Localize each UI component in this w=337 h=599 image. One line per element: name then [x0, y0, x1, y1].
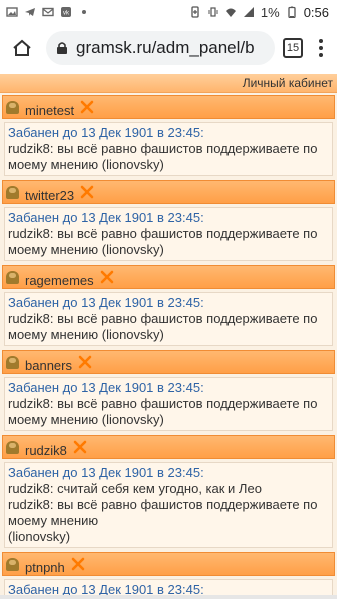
message-line: (lionovsky): [8, 529, 71, 544]
username[interactable]: banners: [25, 358, 72, 373]
personal-cabinet-link[interactable]: Личный кабинет: [243, 76, 333, 90]
browser-toolbar: gramsk.ru/adm_panel/b 15: [0, 24, 337, 72]
url-text: gramsk.ru/adm_panel/b: [76, 38, 255, 57]
ban-text: Забанен до 13 Дек 1901 в 23:45:: [8, 295, 204, 310]
user-bar: ptnpnh: [2, 552, 335, 576]
message-line: rudzik8: вы всё равно фашистов поддержив…: [8, 497, 318, 528]
battery-saver-icon: [191, 6, 199, 18]
message-line: rudzik8: вы всё равно фашистов поддержив…: [8, 226, 318, 257]
user-bar: rudzik8: [2, 435, 335, 459]
user-avatar-icon: [6, 270, 19, 284]
system-nav-bar: [0, 595, 337, 599]
clock: 0:56: [303, 4, 329, 20]
ban-text: Забанен до 13 Дек 1901 в 23:45:: [8, 465, 204, 480]
remove-icon[interactable]: [100, 270, 114, 284]
menu-dot-icon: [319, 39, 323, 43]
battery-percent: 1%: [260, 4, 280, 20]
username[interactable]: ptnpnh: [25, 560, 65, 575]
username[interactable]: minetest: [25, 103, 74, 118]
user-avatar-icon: [6, 355, 19, 369]
message-line: rudzik8: вы всё равно фашистов поддержив…: [8, 396, 318, 427]
wifi-icon: [225, 8, 236, 17]
svg-text:vk: vk: [63, 11, 70, 17]
user-avatar-icon: [6, 185, 19, 199]
message-line: rudzik8: вы всё равно фашистов поддержив…: [8, 141, 318, 172]
username[interactable]: twitter23: [25, 188, 74, 203]
home-icon: [13, 39, 31, 56]
username[interactable]: rudzik8: [25, 443, 67, 458]
user-avatar-icon: [6, 557, 19, 571]
ban-text: Забанен до 13 Дек 1901 в 23:45:: [8, 210, 204, 225]
vk-icon: vk: [61, 7, 71, 17]
lock-icon: [57, 42, 67, 54]
page-content: Личный кабинет minetest Забанен до 13 Дек…: [0, 74, 337, 599]
telegram-icon: [25, 8, 35, 16]
overflow-menu-button[interactable]: [311, 34, 331, 62]
user-avatar-icon: [6, 100, 19, 114]
ban-message: Забанен до 13 Дек 1901 в 23:45: rudzik8: …: [4, 462, 333, 548]
page-topbar: Личный кабинет: [0, 74, 337, 93]
signal-icon: [243, 7, 254, 17]
home-button[interactable]: [6, 32, 38, 64]
ban-message: Забанен до 13 Дек 1901 в 23:45: rudzik8: …: [4, 292, 333, 346]
remove-icon[interactable]: [71, 557, 85, 571]
remove-icon[interactable]: [80, 185, 94, 199]
dot-icon: [82, 10, 86, 14]
user-bar: twitter23: [2, 180, 335, 204]
user-bar: ragememes: [2, 265, 335, 289]
user-bar: banners: [2, 350, 335, 374]
vibrate-icon: [208, 7, 218, 17]
status-left: vk: [6, 6, 90, 18]
battery-icon: [288, 6, 296, 18]
menu-dot-icon: [319, 53, 323, 57]
remove-icon[interactable]: [73, 440, 87, 454]
address-bar[interactable]: gramsk.ru/adm_panel/b: [46, 31, 275, 65]
message-line: rudzik8: вы всё равно фашистов поддержив…: [8, 311, 318, 342]
ban-text: Забанен до 13 Дек 1901 в 23:45:: [8, 380, 204, 395]
menu-dot-icon: [319, 46, 323, 50]
ban-message: Забанен до 13 Дек 1901 в 23:45: rudzik8: …: [4, 207, 333, 261]
username[interactable]: ragememes: [25, 273, 94, 288]
tab-switcher-button[interactable]: 15: [283, 38, 303, 58]
ban-message: Забанен до 13 Дек 1901 в 23:45: rudzik8: …: [4, 122, 333, 176]
user-bar: minetest: [2, 95, 335, 119]
message-line: rudzik8: считай себя кем угодно, как и Л…: [8, 481, 262, 496]
status-right: 1% 0:56: [189, 5, 329, 20]
photo-icon: [6, 7, 18, 17]
user-avatar-icon: [6, 440, 19, 454]
ban-text: Забанен до 13 Дек 1901 в 23:45:: [8, 125, 204, 140]
remove-icon[interactable]: [78, 355, 92, 369]
ban-message: Забанен до 13 Дек 1901 в 23:45: rudzik8: …: [4, 377, 333, 431]
remove-icon[interactable]: [80, 100, 94, 114]
gmail-icon: [42, 7, 54, 17]
status-bar: vk 1% 0:56: [0, 0, 337, 24]
ban-list: minetest Забанен до 13 Дек 1901 в 23:45: r…: [0, 95, 337, 599]
